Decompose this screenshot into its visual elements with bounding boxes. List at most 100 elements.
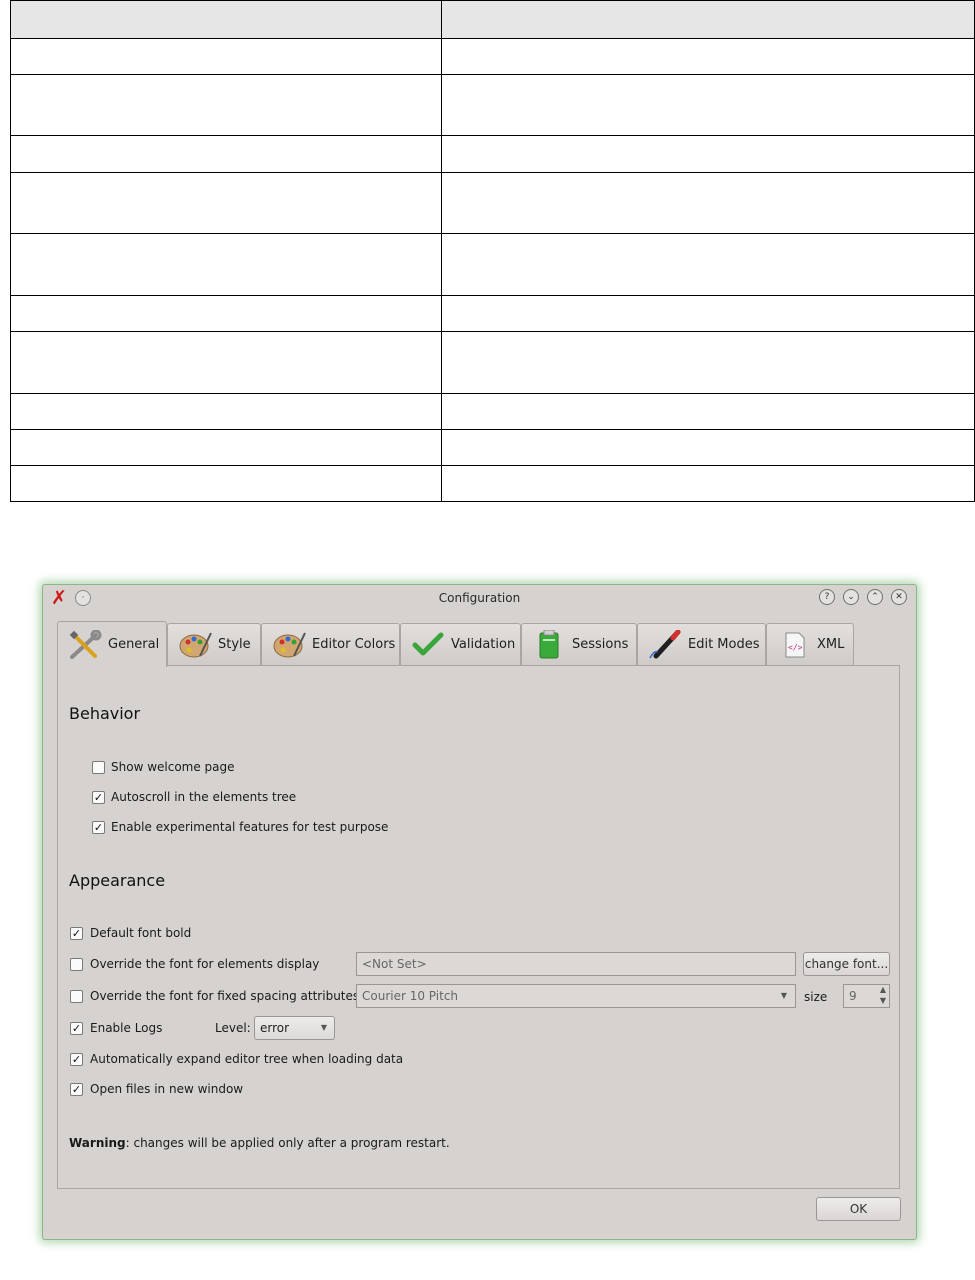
table-cell (441, 172, 975, 234)
window-title: Configuration (438, 591, 521, 605)
tab-editor-colors[interactable]: Editor Colors (261, 623, 400, 665)
table-row (10, 233, 975, 296)
auto-expand-checkbox[interactable]: ✓ (70, 1053, 83, 1066)
table-cell (441, 429, 975, 466)
pen-icon (648, 629, 682, 660)
autoscroll-checkbox[interactable]: ✓ (92, 791, 105, 804)
default-font-bold-label: Default font bold (90, 926, 192, 940)
override-elements-font-label: Override the font for elements display (90, 957, 320, 971)
ok-button[interactable]: OK (816, 1197, 901, 1221)
table-cell (441, 74, 975, 136)
tab-sessions[interactable]: Sessions (521, 623, 637, 665)
table-cell (10, 38, 442, 75)
tab-label: Edit Modes (688, 637, 760, 652)
help-button[interactable]: ? (819, 589, 835, 605)
size-value: 9 (849, 989, 857, 1003)
tab-general[interactable]: General (57, 621, 167, 667)
table-row (10, 38, 975, 75)
override-fixed-font-checkbox[interactable] (70, 990, 83, 1003)
override-elements-font-checkbox[interactable] (70, 958, 83, 971)
chevron-down-icon: ▼ (780, 991, 787, 1000)
fixed-font-value: Courier 10 Pitch (362, 989, 459, 1003)
tab-label: Validation (451, 637, 516, 652)
tab-xml[interactable]: </> XML (766, 623, 854, 665)
table-cell (441, 465, 975, 502)
table-cell (441, 38, 975, 75)
tab-label: Sessions (572, 637, 629, 652)
enable-logs-checkbox[interactable]: ✓ (70, 1022, 83, 1035)
warning-label: Warning (69, 1136, 126, 1150)
maximize-button[interactable]: ⌃ (867, 589, 883, 605)
table-cell (10, 295, 442, 332)
table-cell (10, 74, 442, 136)
table-cell (441, 393, 975, 430)
show-welcome-label: Show welcome page (111, 760, 235, 774)
change-font-button[interactable]: change font... (803, 952, 890, 976)
override-fixed-font-label: Override the font for fixed spacing attr… (90, 989, 360, 1003)
xml-file-icon: </> (777, 630, 811, 660)
table-cell (10, 135, 442, 173)
blank-table (10, 0, 975, 502)
elements-font-field: <Not Set> (356, 952, 796, 976)
log-level-value: error (260, 1021, 290, 1035)
enable-logs-label: Enable Logs (90, 1021, 163, 1035)
close-button[interactable]: ✕ (891, 589, 907, 605)
show-welcome-checkbox[interactable] (92, 761, 105, 774)
table-cell (441, 135, 975, 173)
warning-text: : changes will be applied only after a p… (125, 1136, 450, 1150)
table-cell (441, 295, 975, 332)
tools-icon (68, 629, 102, 660)
minimize-button[interactable]: ⌄ (843, 589, 859, 605)
table-cell (10, 429, 442, 466)
palette-icon (178, 630, 212, 660)
table-cell (10, 393, 442, 430)
autoscroll-label: Autoscroll in the elements tree (111, 790, 297, 804)
tab-edit-modes[interactable]: Edit Modes (637, 623, 766, 665)
table-cell (441, 0, 975, 39)
table-cell (10, 0, 442, 39)
table-row (10, 74, 975, 136)
table-row (10, 135, 975, 173)
checkmark-icon (411, 630, 445, 660)
fixed-font-combo[interactable]: Courier 10 Pitch ▼ (356, 984, 796, 1008)
open-new-window-checkbox[interactable]: ✓ (70, 1083, 83, 1096)
general-panel: Behavior Show welcome page ✓ Autoscroll … (57, 665, 900, 1189)
table-row (10, 295, 975, 332)
log-level-label: Level: (215, 1021, 251, 1035)
configuration-dialog: ✗ · Configuration ? ⌄ ⌃ ✕ General Style … (42, 584, 917, 1240)
auto-expand-label: Automatically expand editor tree when lo… (90, 1052, 404, 1066)
open-new-window-label: Open files in new window (90, 1082, 244, 1096)
sessions-icon (532, 629, 566, 660)
table-cell (10, 331, 442, 394)
palette-icon (272, 630, 306, 660)
title-bar[interactable]: ✗ · Configuration ? ⌄ ⌃ ✕ (43, 585, 916, 613)
restart-warning: Warning: changes will be applied only af… (69, 1136, 450, 1150)
tab-style[interactable]: Style (167, 623, 261, 665)
tab-label: General (108, 637, 160, 652)
experimental-label: Enable experimental features for test pu… (111, 820, 389, 834)
table-row (10, 465, 975, 502)
table-row (10, 393, 975, 430)
table-cell (10, 465, 442, 502)
default-font-bold-checkbox[interactable]: ✓ (70, 927, 83, 940)
tab-label: Editor Colors (312, 637, 396, 652)
table-row (10, 172, 975, 234)
table-cell (10, 172, 442, 234)
table-row (10, 331, 975, 394)
svg-text:</>: </> (788, 643, 803, 652)
size-spinbox[interactable]: 9 ▲ ▼ (843, 984, 890, 1008)
tab-label: XML (817, 637, 845, 652)
table-cell (441, 233, 975, 296)
experimental-checkbox[interactable]: ✓ (92, 821, 105, 834)
table-cell (441, 331, 975, 394)
log-level-select[interactable]: error ▼ (254, 1016, 335, 1040)
appearance-heading: Appearance (69, 871, 166, 890)
tab-validation[interactable]: Validation (400, 623, 521, 665)
table-cell (10, 233, 442, 296)
behavior-heading: Behavior (69, 704, 141, 723)
tab-label: Style (218, 637, 251, 652)
size-label: size (804, 990, 828, 1004)
spin-down-icon[interactable]: ▼ (880, 990, 886, 1012)
chevron-down-icon: ▼ (320, 1023, 327, 1032)
table-row (10, 429, 975, 466)
